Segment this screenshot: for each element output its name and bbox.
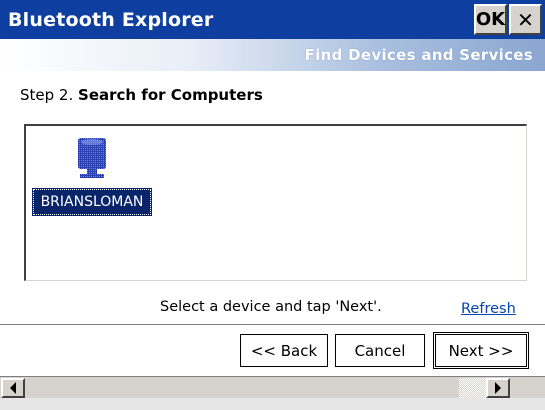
arrow-left-icon <box>10 382 16 394</box>
refresh-link[interactable]: Refresh <box>461 301 516 317</box>
separator <box>0 324 545 326</box>
instruction-text: Select a device and tap 'Next'. <box>160 299 382 315</box>
scroll-left-button[interactable] <box>1 378 25 398</box>
arrow-right-icon <box>495 382 501 394</box>
scroll-right-button[interactable] <box>486 378 510 398</box>
title-bar: Bluetooth Explorer OK ✕ <box>0 0 545 39</box>
wizard-subtitle: Find Devices and Services <box>304 46 533 64</box>
window-title: Bluetooth Explorer <box>8 8 214 31</box>
horizontal-scrollbar[interactable] <box>0 376 545 398</box>
device-list[interactable]: BRIANSLOMAN <box>24 124 527 281</box>
next-button[interactable]: Next >> <box>433 332 529 369</box>
scroll-track[interactable] <box>25 378 459 398</box>
step-title: Search for Computers <box>78 86 263 104</box>
step-heading: Step 2. Search for Computers <box>20 86 263 104</box>
device-item[interactable]: BRIANSLOMAN <box>32 136 152 216</box>
back-button[interactable]: << Back <box>240 334 328 367</box>
close-button[interactable]: ✕ <box>509 4 542 35</box>
bottom-strip <box>0 398 545 410</box>
step-prefix: Step 2. <box>20 86 74 104</box>
scroll-thumb[interactable] <box>459 378 486 398</box>
device-name: BRIANSLOMAN <box>32 188 152 216</box>
ok-button[interactable]: OK <box>474 4 507 35</box>
cancel-button[interactable]: Cancel <box>335 334 425 367</box>
wizard-header: Find Devices and Services <box>0 39 545 71</box>
computer-device-icon <box>78 138 106 178</box>
